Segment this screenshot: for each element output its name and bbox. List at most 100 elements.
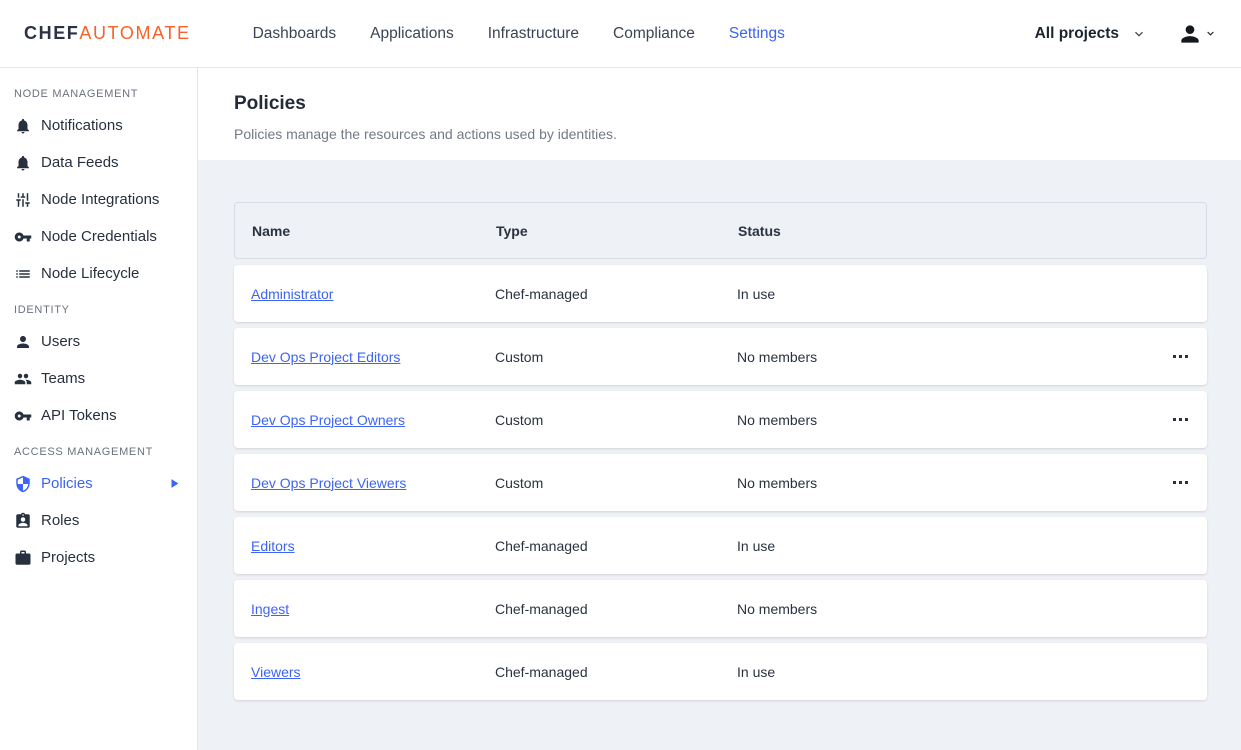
sidebar-item-label: Data Feeds (41, 154, 119, 171)
cell-name: Administrator (234, 286, 495, 302)
sidebar-item-label: Notifications (41, 117, 123, 134)
badge-icon (14, 512, 32, 530)
sidebar-item-label: Node Lifecycle (41, 265, 139, 282)
shield-icon (14, 475, 32, 493)
sidebar-item-notifications[interactable]: Notifications (0, 107, 197, 144)
row-menu-button-dev-ops-project-viewers[interactable] (1171, 475, 1190, 490)
ellipsis-dot (1185, 481, 1188, 484)
cell-type: Chef-managed (495, 286, 737, 302)
sidebar-item-label: Users (41, 333, 80, 350)
table-row-dev-ops-project-owners: Dev Ops Project Owners CustomNo members (234, 391, 1207, 448)
cell-type: Custom (495, 349, 737, 365)
table-header-row: NameTypeStatus (234, 202, 1207, 259)
user-menu[interactable] (1177, 21, 1217, 47)
cell-menu (1163, 412, 1207, 427)
policy-link-administrator[interactable]: Administrator (251, 286, 333, 302)
nav-item-applications[interactable]: Applications (370, 25, 454, 43)
ellipsis-dot (1185, 418, 1188, 421)
ellipsis-dot (1173, 481, 1176, 484)
table-row-dev-ops-project-editors: Dev Ops Project Editors CustomNo members (234, 328, 1207, 385)
nav-item-compliance[interactable]: Compliance (613, 25, 695, 43)
sidebar-item-node-credentials[interactable]: Node Credentials (0, 218, 197, 255)
key-icon (14, 407, 32, 425)
cell-type: Custom (495, 412, 737, 428)
sidebar-item-api-tokens[interactable]: API Tokens (0, 397, 197, 434)
table-row-dev-ops-project-viewers: Dev Ops Project Viewers CustomNo members (234, 454, 1207, 511)
sidebar-item-policies[interactable]: Policies (0, 465, 197, 502)
logo-automate-text: AUTOMATE (79, 23, 190, 44)
nav-item-infrastructure[interactable]: Infrastructure (488, 25, 579, 43)
sidebar-item-label: Policies (41, 475, 93, 492)
sidebar-item-node-lifecycle[interactable]: Node Lifecycle (0, 255, 197, 292)
cell-name: Editors (234, 538, 495, 554)
policy-link-viewers[interactable]: Viewers (251, 664, 301, 680)
cell-type: Custom (495, 475, 737, 491)
projects-filter-label: All projects (1035, 25, 1119, 43)
sidebar-section-label-identity: IDENTITY (0, 304, 197, 316)
projects-filter-dropdown[interactable]: All projects (1035, 25, 1147, 43)
cell-name: Dev Ops Project Owners (234, 412, 495, 428)
column-header-type: Type (496, 223, 738, 239)
policy-link-ingest[interactable]: Ingest (251, 601, 289, 617)
cell-status: No members (737, 475, 1163, 491)
table-body: AdministratorChef-managedIn useDev Ops P… (234, 265, 1207, 700)
policy-link-dev-ops-project-editors[interactable]: Dev Ops Project Editors (251, 349, 400, 365)
page-subtitle: Policies manage the resources and action… (234, 126, 1205, 142)
bell-icon (14, 117, 32, 135)
main-content: Policies Policies manage the resources a… (198, 68, 1241, 750)
ellipsis-dot (1179, 418, 1182, 421)
sidebar-item-label: API Tokens (41, 407, 117, 424)
cell-status: No members (737, 412, 1163, 428)
sidebar: NODE MANAGEMENT Notifications Data Feeds No… (0, 68, 198, 750)
sidebar-item-label: Teams (41, 370, 85, 387)
sidebar-item-label: Projects (41, 549, 95, 566)
row-menu-button-dev-ops-project-owners[interactable] (1171, 412, 1190, 427)
cell-name: Viewers (234, 664, 495, 680)
table-row-editors: EditorsChef-managedIn use (234, 517, 1207, 574)
sidebar-item-label: Roles (41, 512, 79, 529)
policy-link-dev-ops-project-viewers[interactable]: Dev Ops Project Viewers (251, 475, 406, 491)
sidebar-section-label-access-management: ACCESS MANAGEMENT (0, 446, 197, 458)
sidebar-item-label: Node Integrations (41, 191, 159, 208)
column-header-status: Status (738, 223, 1162, 239)
chevron-down-icon (1204, 27, 1217, 40)
cell-status: In use (737, 286, 1163, 302)
sidebar-item-users[interactable]: Users (0, 323, 197, 360)
sidebar-item-teams[interactable]: Teams (0, 360, 197, 397)
sliders-icon (14, 191, 32, 209)
page-title: Policies (234, 93, 1205, 115)
cell-type: Chef-managed (495, 601, 737, 617)
key-icon (14, 228, 32, 246)
cell-type: Chef-managed (495, 664, 737, 680)
sidebar-section-label-node-management: NODE MANAGEMENT (0, 88, 197, 100)
group-icon (14, 370, 32, 388)
page-header: Policies Policies manage the resources a… (198, 68, 1241, 160)
table-row-administrator: Administrator Chef-managedIn use (234, 265, 1207, 322)
sidebar-item-node-integrations[interactable]: Node Integrations (0, 181, 197, 218)
cell-name: Dev Ops Project Editors (234, 349, 495, 365)
cell-menu (1163, 475, 1207, 490)
list-icon (14, 265, 32, 283)
cell-status: In use (737, 538, 1163, 554)
cell-status: In use (737, 664, 1163, 680)
chevron-down-icon (1131, 26, 1147, 42)
nav-item-dashboards[interactable]: Dashboards (253, 25, 337, 43)
policy-link-dev-ops-project-owners[interactable]: Dev Ops Project Owners (251, 412, 405, 428)
content-panel: NameTypeStatus Administrator Chef-managed… (198, 160, 1241, 750)
sidebar-item-roles[interactable]: Roles (0, 502, 197, 539)
cell-status: No members (737, 349, 1163, 365)
nav-item-settings[interactable]: Settings (729, 25, 785, 43)
page-layout: NODE MANAGEMENT Notifications Data Feeds No… (0, 68, 1241, 750)
ellipsis-dot (1179, 481, 1182, 484)
sidebar-item-projects[interactable]: Projects (0, 539, 197, 576)
column-header-name: Name (235, 223, 496, 239)
chef-automate-logo[interactable]: CHEFAUTOMATE (24, 23, 191, 44)
user-avatar-icon (1177, 21, 1203, 47)
briefcase-icon (14, 549, 32, 567)
bell-icon (14, 154, 32, 172)
row-menu-button-dev-ops-project-editors[interactable] (1171, 349, 1190, 364)
sidebar-item-data-feeds[interactable]: Data Feeds (0, 144, 197, 181)
main-nav: Dashboards Applications Infrastructure Comp… (253, 25, 785, 43)
policies-table: NameTypeStatus Administrator Chef-managed… (234, 202, 1207, 700)
policy-link-editors[interactable]: Editors (251, 538, 295, 554)
